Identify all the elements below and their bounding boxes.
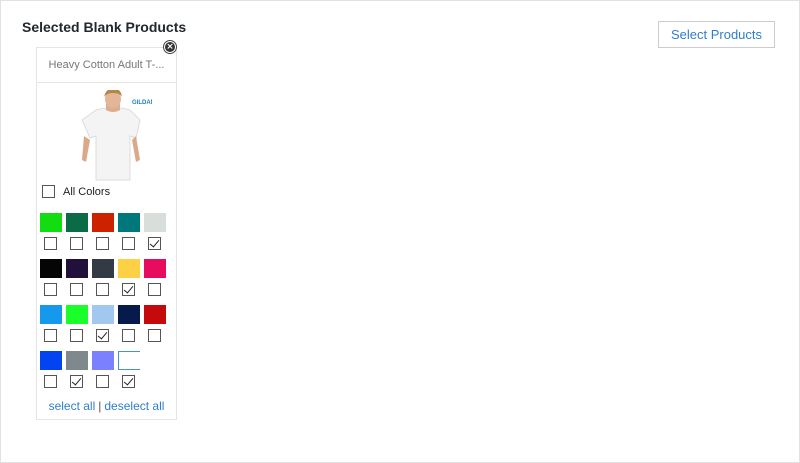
- color-checkbox[interactable]: [44, 283, 57, 296]
- deselect-all-link[interactable]: deselect all: [104, 399, 164, 413]
- color-option: [66, 213, 88, 253]
- product-name: Heavy Cotton Adult T-...: [37, 48, 176, 83]
- color-checkbox[interactable]: [148, 237, 161, 250]
- color-option: [118, 213, 140, 253]
- color-checkbox[interactable]: [148, 329, 161, 342]
- color-swatch[interactable]: [118, 351, 140, 370]
- color-option: [92, 259, 114, 299]
- color-swatch[interactable]: [144, 305, 166, 324]
- color-option: [118, 351, 140, 391]
- color-swatch[interactable]: [118, 213, 140, 232]
- color-option: [66, 351, 88, 391]
- color-swatch[interactable]: [118, 259, 140, 278]
- color-checkbox[interactable]: [96, 283, 109, 296]
- color-option: [40, 213, 62, 253]
- color-checkbox[interactable]: [148, 283, 161, 296]
- color-option: [144, 259, 166, 299]
- all-colors-label: All Colors: [63, 185, 111, 198]
- selection-links: select all | deselect all: [37, 399, 176, 413]
- remove-product-icon[interactable]: ×: [163, 40, 177, 54]
- color-option: [40, 259, 62, 299]
- color-checkbox[interactable]: [70, 283, 83, 296]
- color-checkbox[interactable]: [70, 237, 83, 250]
- color-option: [92, 213, 114, 253]
- color-swatch[interactable]: [40, 305, 62, 324]
- select-products-button[interactable]: Select Products: [658, 21, 775, 48]
- select-all-link[interactable]: select all: [49, 399, 96, 413]
- all-colors-checkbox[interactable]: [42, 185, 55, 198]
- color-option: [118, 305, 140, 345]
- color-checkbox[interactable]: [96, 375, 109, 388]
- color-checkbox[interactable]: [44, 329, 57, 342]
- color-swatch[interactable]: [66, 351, 88, 370]
- color-swatch[interactable]: [144, 259, 166, 278]
- color-checkbox[interactable]: [70, 329, 83, 342]
- color-swatch[interactable]: [118, 305, 140, 324]
- section-title: Selected Blank Products: [22, 19, 187, 35]
- color-swatch[interactable]: [40, 351, 62, 370]
- color-swatch[interactable]: [92, 351, 114, 370]
- color-checkbox[interactable]: [122, 283, 135, 296]
- color-option: [40, 305, 62, 345]
- color-option: [92, 305, 114, 345]
- color-checkbox[interactable]: [44, 237, 57, 250]
- color-swatch[interactable]: [144, 213, 166, 232]
- link-separator: |: [98, 399, 102, 413]
- color-option: [66, 305, 88, 345]
- color-checkbox[interactable]: [96, 237, 109, 250]
- color-checkbox[interactable]: [122, 375, 135, 388]
- color-swatch[interactable]: [66, 213, 88, 232]
- product-card: Heavy Cotton Adult T-... GILDAN All Colo…: [36, 47, 177, 420]
- color-checkbox[interactable]: [70, 375, 83, 388]
- color-swatch[interactable]: [40, 213, 62, 232]
- color-swatch[interactable]: [92, 259, 114, 278]
- color-option: [40, 351, 62, 391]
- color-checkbox[interactable]: [122, 329, 135, 342]
- color-checkbox[interactable]: [96, 329, 109, 342]
- color-option: [144, 305, 166, 345]
- color-option: [118, 259, 140, 299]
- color-option: [144, 213, 166, 253]
- color-swatch[interactable]: [66, 259, 88, 278]
- color-checkbox[interactable]: [44, 375, 57, 388]
- color-option: [66, 259, 88, 299]
- color-swatch[interactable]: [40, 259, 62, 278]
- color-swatch[interactable]: [66, 305, 88, 324]
- color-swatch[interactable]: [92, 305, 114, 324]
- brand-logo: GILDAN: [132, 100, 152, 106]
- color-option: [92, 351, 114, 391]
- product-image: GILDAN: [81, 90, 152, 181]
- all-colors-row: All Colors: [42, 185, 110, 198]
- color-swatch[interactable]: [92, 213, 114, 232]
- color-checkbox[interactable]: [122, 237, 135, 250]
